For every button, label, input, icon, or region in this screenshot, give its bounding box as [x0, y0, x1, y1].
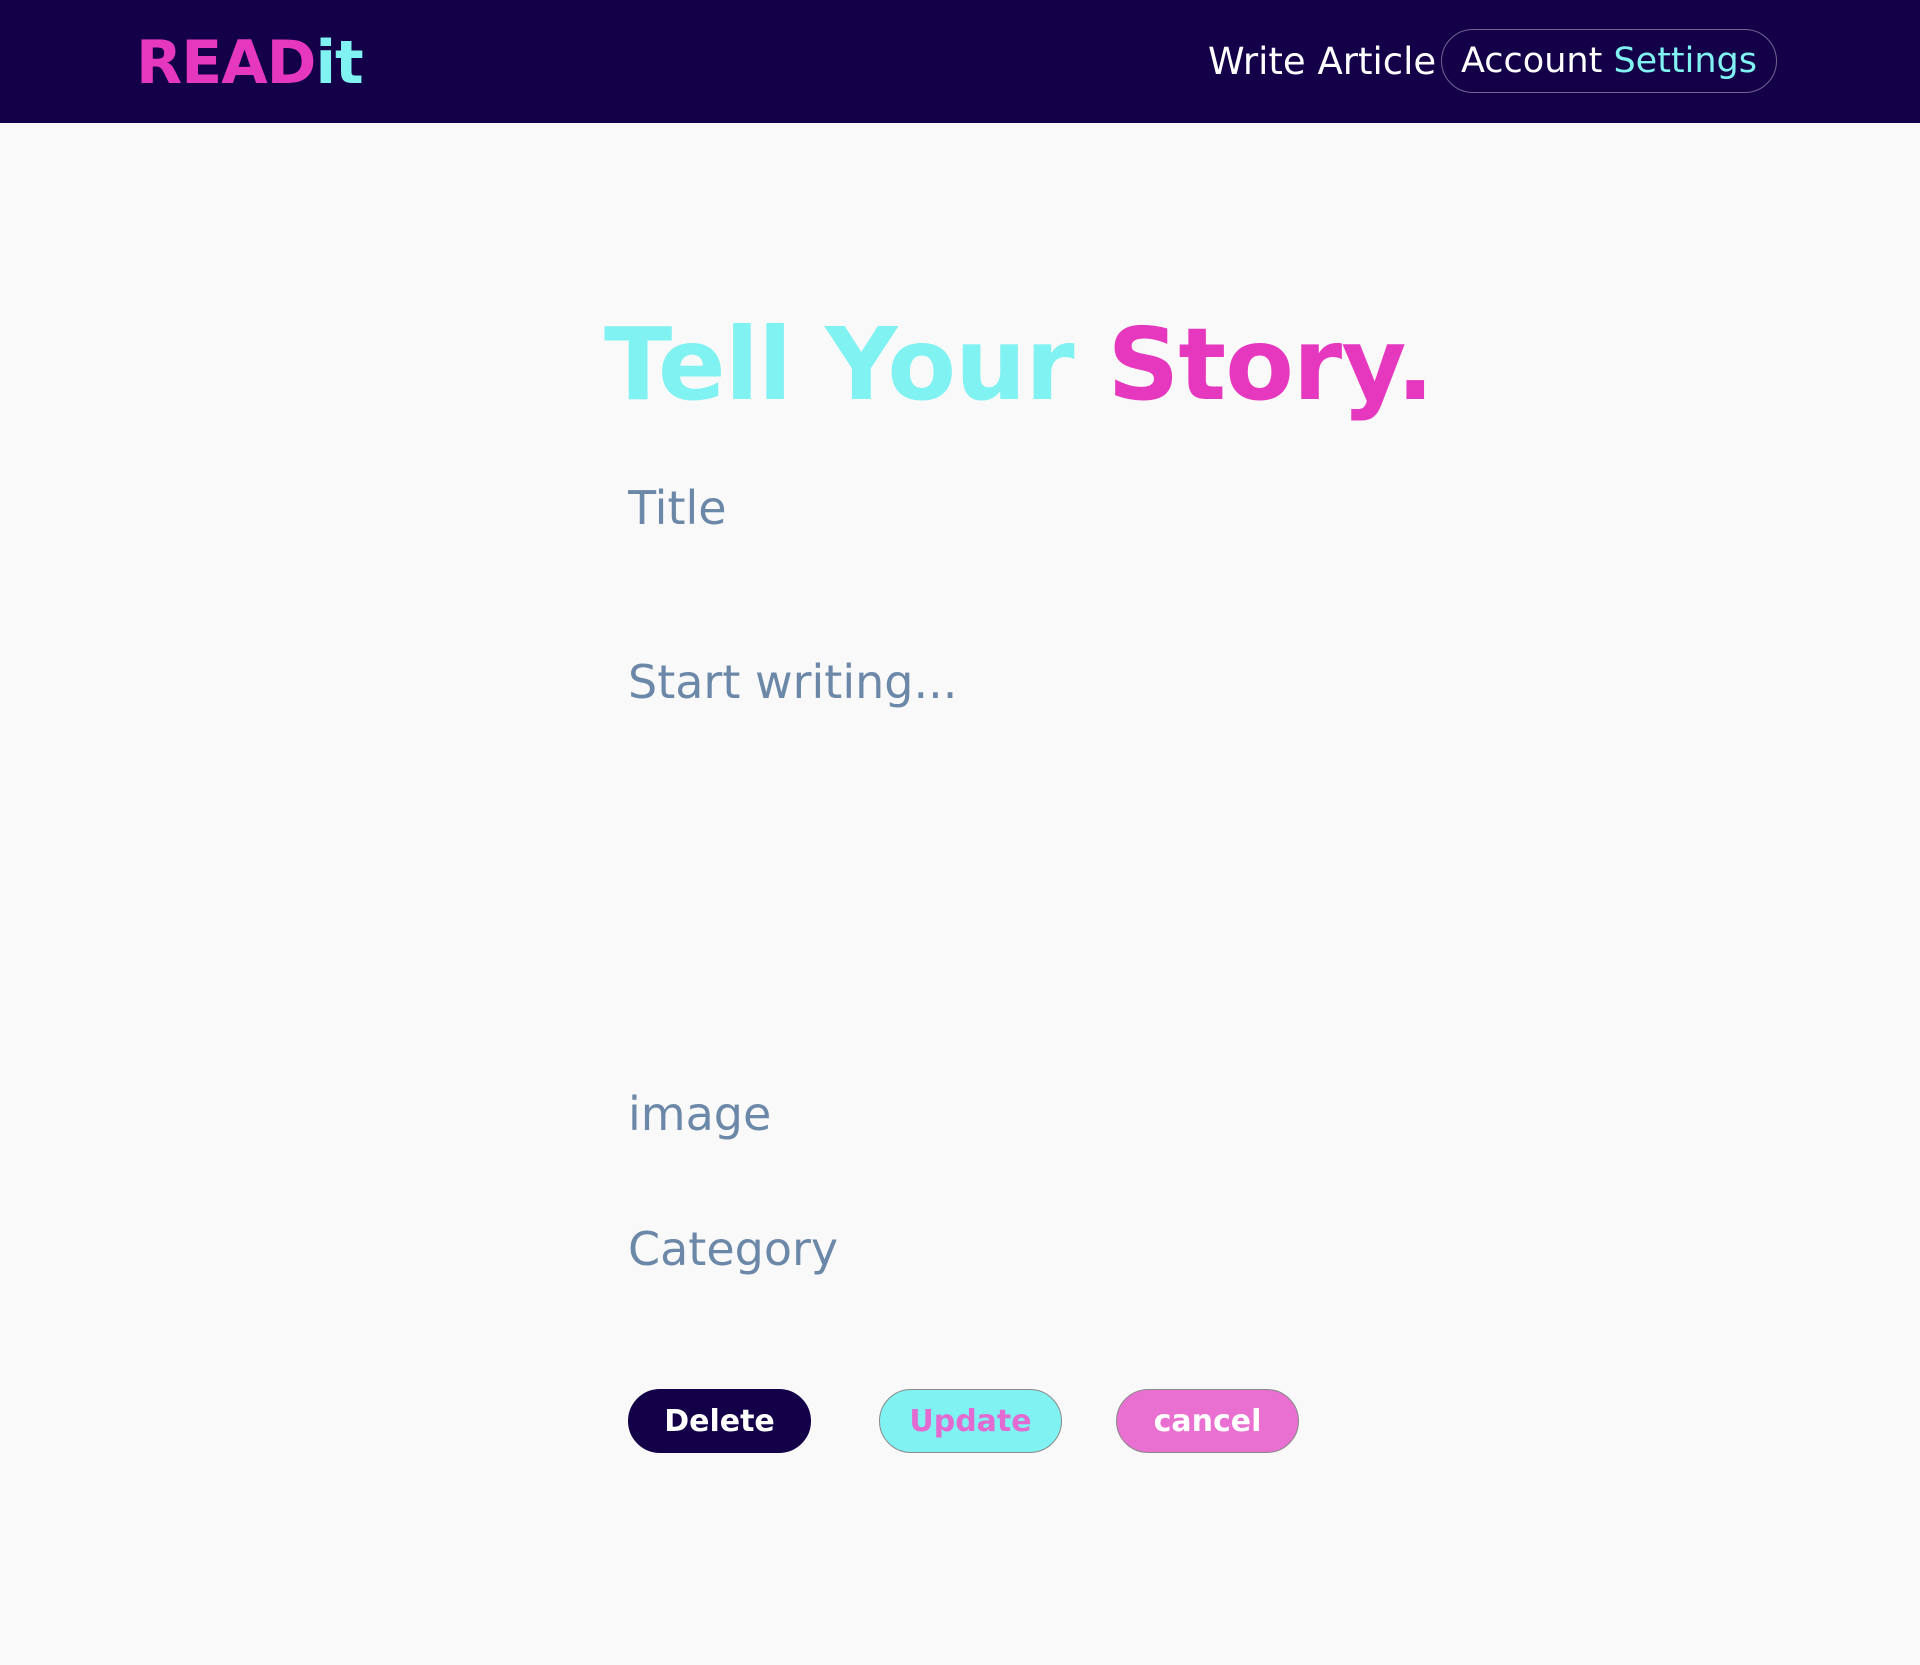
category-input[interactable] — [620, 1217, 1336, 1281]
account-settings-label-account: Account — [1460, 41, 1603, 81]
account-settings-button[interactable]: Account Settings — [1441, 29, 1777, 93]
brand-logo-it: it — [315, 28, 363, 98]
delete-button[interactable]: Delete — [628, 1389, 811, 1453]
headline-part-2: Story. — [1107, 306, 1434, 423]
image-input[interactable] — [620, 1082, 1336, 1146]
navbar: READit Write Article Account Settings — [0, 0, 1920, 123]
title-input[interactable] — [620, 476, 1336, 540]
update-button[interactable]: Update — [879, 1389, 1062, 1453]
headline-part-1: Tell Your — [604, 306, 1075, 423]
brand-logo[interactable]: READit — [136, 28, 364, 98]
brand-logo-read: READ — [136, 28, 316, 98]
cancel-button[interactable]: cancel — [1116, 1389, 1299, 1453]
body-textarea[interactable] — [620, 654, 1336, 1024]
account-settings-label-settings: Settings — [1613, 41, 1758, 81]
write-article-link[interactable]: Write Article — [1208, 40, 1436, 84]
page-headline: Tell Your Story. — [604, 305, 1434, 425]
